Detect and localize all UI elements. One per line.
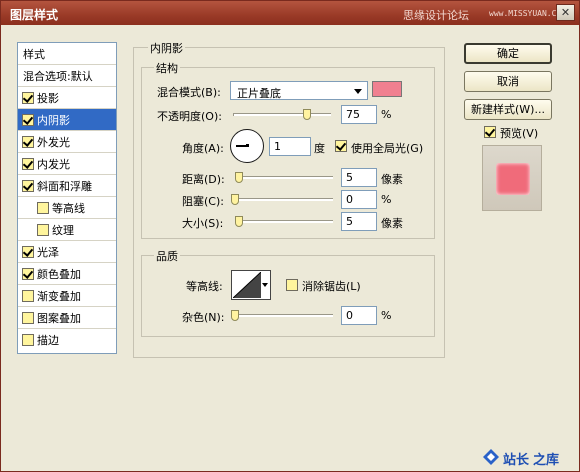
new-style-button[interactable]: 新建样式(W)...: [464, 99, 552, 120]
inner-glow-checkbox[interactable]: [22, 158, 34, 170]
sidebar-item-texture[interactable]: 纹理: [18, 219, 116, 241]
choke-slider-track[interactable]: [233, 198, 333, 201]
structure-title: 结构: [154, 60, 180, 76]
sidebar-item-satin[interactable]: 光泽: [18, 241, 116, 263]
shadow-color-swatch[interactable]: [372, 81, 402, 97]
distance-input[interactable]: 5: [341, 168, 377, 187]
antialias-label: 消除锯齿(L): [302, 280, 361, 293]
degree-unit: 度: [314, 142, 325, 155]
noise-input[interactable]: 0: [341, 306, 377, 325]
inner-shadow-checkbox[interactable]: [22, 114, 34, 126]
global-light-checkbox[interactable]: [335, 140, 347, 152]
opacity-slider-thumb[interactable]: [302, 109, 311, 120]
outer-glow-checkbox[interactable]: [22, 136, 34, 148]
ok-button[interactable]: 确定: [464, 43, 552, 64]
sidebar-item-drop-shadow[interactable]: 投影: [18, 87, 116, 109]
size-unit: 像素: [381, 217, 403, 230]
gradient-overlay-checkbox[interactable]: [22, 290, 34, 302]
sidebar-item-inner-glow[interactable]: 内发光: [18, 153, 116, 175]
sidebar-item-bevel-emboss[interactable]: 斜面和浮雕: [18, 175, 116, 197]
contour-checkbox[interactable]: [37, 202, 49, 214]
sidebar-item-outer-glow[interactable]: 外发光: [18, 131, 116, 153]
blend-mode-label: 混合模式(B):: [157, 86, 221, 99]
preview-swatch: [496, 163, 530, 195]
style-preview: [482, 145, 542, 211]
angle-hub: [246, 144, 249, 147]
size-slider-thumb[interactable]: [235, 216, 243, 227]
site-logo: 站长 之库: [481, 446, 573, 468]
antialias-checkbox[interactable]: [286, 279, 298, 291]
noise-unit: %: [381, 309, 392, 322]
sidebar-item-inner-shadow[interactable]: 内阴影: [18, 109, 116, 131]
stroke-checkbox[interactable]: [22, 334, 34, 346]
texture-checkbox[interactable]: [37, 224, 49, 236]
noise-slider-track[interactable]: [233, 314, 333, 317]
global-light-label: 使用全局光(G): [351, 142, 424, 155]
size-slider-track[interactable]: [237, 220, 333, 223]
preview-label: 预览(V): [500, 127, 539, 140]
title-bar[interactable]: 图层样式 思缘设计论坛 www.MISSYUAN.COM ✕: [1, 1, 579, 25]
contour-curve-icon: [233, 272, 261, 298]
opacity-unit: %: [381, 108, 392, 121]
noise-slider-thumb[interactable]: [231, 310, 239, 321]
watermark-url: www.MISSYUAN.COM: [489, 9, 567, 18]
choke-slider-thumb[interactable]: [231, 194, 239, 205]
distance-slider-thumb[interactable]: [235, 172, 243, 183]
choke-unit: %: [381, 193, 392, 206]
opacity-slider-track[interactable]: [233, 113, 331, 116]
choke-input[interactable]: 0: [341, 190, 377, 209]
sidebar-item-pattern-overlay[interactable]: 图案叠加: [18, 307, 116, 329]
drop-shadow-checkbox[interactable]: [22, 92, 34, 104]
opacity-label: 不透明度(O):: [157, 110, 222, 123]
bevel-emboss-checkbox[interactable]: [22, 180, 34, 192]
angle-input[interactable]: 1: [269, 137, 311, 156]
angle-dial[interactable]: [230, 129, 264, 163]
section-title: 内阴影: [148, 40, 185, 56]
sidebar-item-contour[interactable]: 等高线: [18, 197, 116, 219]
style-list: 样式 混合选项:默认 投影 内阴影 外发光 内发光 斜面和浮雕 等高线 纹理 光…: [17, 42, 117, 354]
watermark-text: 思缘设计论坛: [403, 9, 469, 22]
pattern-overlay-checkbox[interactable]: [22, 312, 34, 324]
opacity-input[interactable]: 75: [341, 105, 377, 124]
sidebar-item-stroke[interactable]: 描边: [18, 329, 116, 351]
sidebar-item-blend-options[interactable]: 混合选项:默认: [18, 65, 116, 87]
distance-unit: 像素: [381, 173, 403, 186]
size-input[interactable]: 5: [341, 212, 377, 231]
chevron-down-icon: [354, 89, 362, 94]
layer-style-dialog: 图层样式 思缘设计论坛 www.MISSYUAN.COM ✕ 样式 混合选项:默…: [0, 0, 580, 472]
quality-title: 品质: [154, 248, 180, 264]
logo-icon: [483, 449, 499, 465]
preview-checkbox[interactable]: [484, 126, 496, 138]
cancel-button[interactable]: 取消: [464, 71, 552, 92]
sidebar-item-styles[interactable]: 样式: [18, 43, 116, 65]
noise-label: 杂色(N):: [182, 311, 225, 324]
sidebar-item-color-overlay[interactable]: 颜色叠加: [18, 263, 116, 285]
color-overlay-checkbox[interactable]: [22, 268, 34, 280]
close-icon: ✕: [560, 6, 571, 19]
close-button[interactable]: ✕: [556, 4, 575, 21]
choke-label: 阻塞(C):: [182, 195, 224, 208]
size-label: 大小(S):: [182, 217, 224, 230]
satin-checkbox[interactable]: [22, 246, 34, 258]
distance-slider-track[interactable]: [237, 176, 333, 179]
contour-picker[interactable]: [231, 270, 271, 300]
sidebar-item-gradient-overlay[interactable]: 渐变叠加: [18, 285, 116, 307]
angle-label: 角度(A):: [182, 142, 224, 155]
distance-label: 距离(D):: [182, 173, 225, 186]
blend-mode-select[interactable]: 正片叠底: [230, 81, 368, 100]
chevron-down-icon: [262, 283, 268, 287]
window-title: 图层样式: [10, 8, 59, 22]
contour-label: 等高线:: [186, 280, 223, 293]
